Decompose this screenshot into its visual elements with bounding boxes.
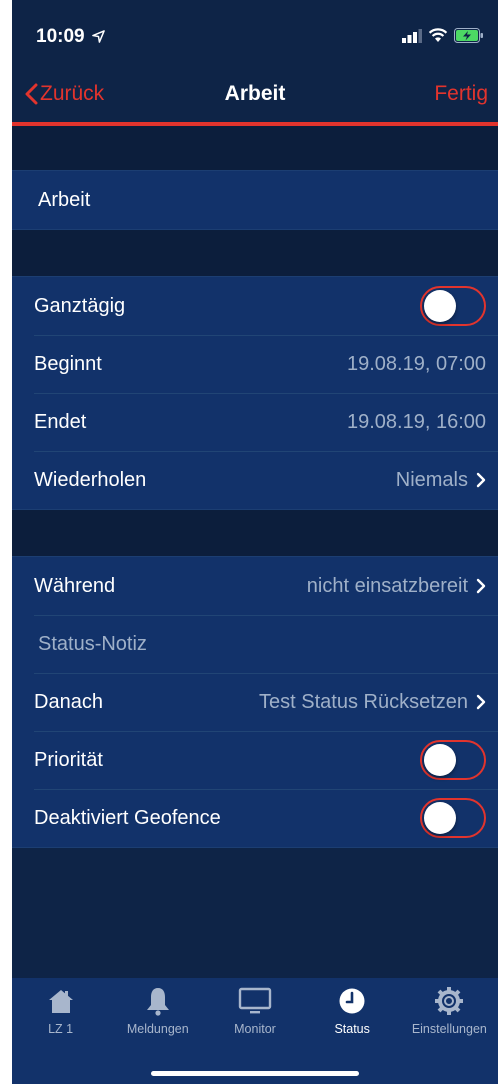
status-bar: 10:09 xyxy=(12,0,498,72)
section-spacer xyxy=(12,230,498,276)
end-value: 19.08.19, 16:00 xyxy=(346,410,486,433)
chevron-right-icon xyxy=(476,694,486,710)
cellular-signal-icon xyxy=(402,28,422,43)
title-input-row[interactable]: Arbeit xyxy=(12,171,498,229)
geofence-row: Deaktiviert Geofence xyxy=(12,789,498,847)
gear-icon xyxy=(435,987,464,1015)
allday-label: Ganztägig xyxy=(34,294,126,317)
begin-row[interactable]: Beginnt 19.08.19, 07:00 xyxy=(12,335,498,393)
wifi-icon xyxy=(428,28,448,42)
status-note-row[interactable]: Status-Notiz xyxy=(12,615,498,673)
priority-row: Priorität xyxy=(12,731,498,789)
geofence-label: Deaktiviert Geofence xyxy=(34,806,221,829)
battery-charging-icon xyxy=(454,28,483,43)
during-value-group: nicht einsatzbereit xyxy=(307,575,486,598)
toggle-knob xyxy=(424,290,456,322)
chevron-right-icon xyxy=(476,472,486,488)
tab-monitor[interactable]: Monitor xyxy=(210,986,300,1036)
tab-label: Meldungen xyxy=(126,1022,189,1036)
status-section: Während nicht einsatzbereit Status-Notiz… xyxy=(12,556,498,848)
toggle-knob xyxy=(424,802,456,834)
after-value: Test Status Rücksetzen xyxy=(259,690,468,713)
during-value: nicht einsatzbereit xyxy=(306,574,468,597)
monitor-icon xyxy=(238,987,272,1014)
done-button[interactable]: Fertig xyxy=(434,82,488,106)
repeat-value: Niemals xyxy=(395,468,468,491)
tab-einstellungen[interactable]: Einstellungen xyxy=(404,986,494,1036)
time-text: 10:09 xyxy=(36,26,85,47)
after-row[interactable]: Danach Test Status Rücksetzen xyxy=(12,673,498,731)
section-spacer xyxy=(12,126,498,170)
begin-value: 19.08.19, 07:00 xyxy=(346,352,486,375)
location-arrow-icon xyxy=(92,30,105,44)
phone-screen: 10:09 Zurück Arbeit Fertig Arbeit Ganztä… xyxy=(12,0,498,1084)
repeat-row[interactable]: Wiederholen Niemals xyxy=(12,451,498,509)
home-icon xyxy=(48,990,73,1013)
section-spacer xyxy=(12,510,498,556)
during-label: Während xyxy=(34,574,116,597)
schedule-section: Ganztägig Beginnt 19.08.19, 07:00 Endet … xyxy=(12,276,498,510)
during-row[interactable]: Während nicht einsatzbereit xyxy=(12,557,498,615)
status-time: 10:09 xyxy=(36,26,105,48)
allday-row: Ganztägig xyxy=(12,277,498,335)
navigation-bar: Zurück Arbeit Fertig xyxy=(12,72,498,122)
tab-label: Monitor xyxy=(234,1022,276,1036)
tab-status[interactable]: Status xyxy=(307,986,397,1036)
tab-label: Einstellungen xyxy=(411,1022,487,1036)
tab-meldungen[interactable]: Meldungen xyxy=(113,986,203,1036)
bell-icon xyxy=(146,988,169,1016)
status-note-input[interactable]: Status-Notiz xyxy=(38,633,147,656)
repeat-label: Wiederholen xyxy=(34,468,147,491)
end-row[interactable]: Endet 19.08.19, 16:00 xyxy=(12,393,498,451)
after-value-group: Test Status Rücksetzen xyxy=(259,691,486,714)
after-label: Danach xyxy=(34,690,103,713)
title-input[interactable]: Arbeit xyxy=(38,189,90,212)
home-indicator[interactable] xyxy=(151,1071,359,1076)
title-section: Arbeit xyxy=(12,170,498,230)
clock-icon xyxy=(339,988,365,1014)
tab-label: LZ 1 xyxy=(48,1022,74,1036)
page-title: Arbeit xyxy=(224,82,286,105)
tab-label: Status xyxy=(334,1022,370,1036)
end-label: Endet xyxy=(34,410,87,433)
toggle-knob xyxy=(424,744,456,776)
chevron-right-icon xyxy=(476,578,486,594)
allday-toggle[interactable] xyxy=(420,286,486,326)
priority-toggle[interactable] xyxy=(420,740,486,780)
tab-lz1[interactable]: LZ 1 xyxy=(16,986,106,1036)
geofence-toggle[interactable] xyxy=(420,798,486,838)
status-icons xyxy=(402,28,484,43)
priority-label: Priorität xyxy=(34,748,103,771)
begin-label: Beginnt xyxy=(34,352,102,375)
tab-bar: LZ 1 Meldungen Monitor Status Einstellun… xyxy=(12,978,498,1084)
repeat-value-group: Niemals xyxy=(396,469,486,492)
